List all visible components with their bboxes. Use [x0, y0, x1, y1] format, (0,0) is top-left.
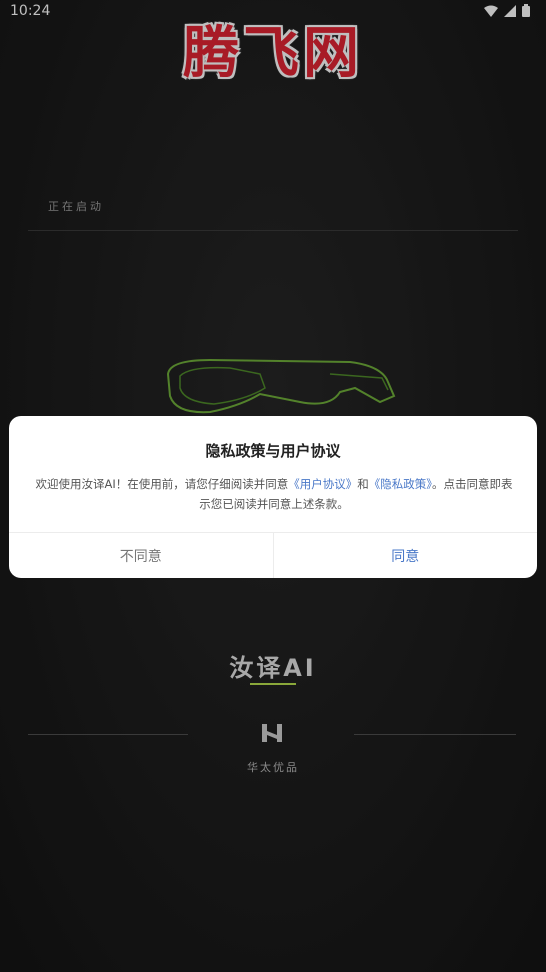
agree-button[interactable]: 同意 [274, 533, 538, 578]
dialog-body-conjunction: 和 [357, 477, 369, 491]
privacy-policy-link[interactable]: 《隐私政策》 [369, 477, 432, 491]
user-agreement-link[interactable]: 《用户协议》 [288, 477, 357, 491]
company-name: 华太优品 [247, 761, 299, 774]
dialog-button-row: 不同意 同意 [9, 532, 537, 578]
company-logo-icon [262, 724, 282, 742]
dialog-body: 欢迎使用汝译AI！在使用前，请您仔细阅读并同意《用户协议》和《隐私政策》。点击同… [35, 474, 513, 514]
brand-underline [250, 683, 296, 685]
bottom-divider-left [28, 734, 188, 735]
privacy-dialog: 隐私政策与用户协议 欢迎使用汝译AI！在使用前，请您仔细阅读并同意《用户协议》和… [9, 416, 537, 578]
brand-name: 汝译AI [229, 654, 317, 682]
dialog-body-prefix: 欢迎使用汝译AI！在使用前，请您仔细阅读并同意 [35, 477, 289, 491]
bottom-divider-right [354, 734, 516, 735]
dialog-title: 隐私政策与用户协议 [205, 442, 341, 460]
disagree-button[interactable]: 不同意 [9, 533, 274, 578]
